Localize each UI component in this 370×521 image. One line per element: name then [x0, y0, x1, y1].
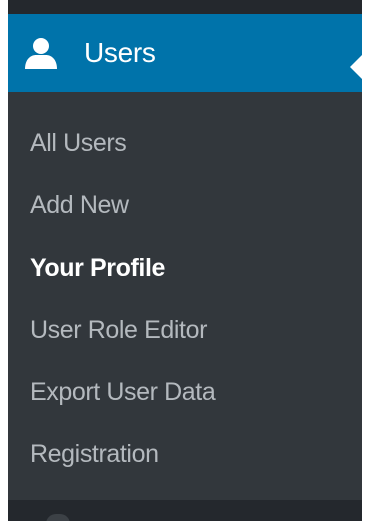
submenu-item-export-user-data: Export User Data — [8, 372, 362, 412]
submenu-link-all-users[interactable]: All Users — [30, 123, 127, 163]
submenu-link-your-profile[interactable]: Your Profile — [30, 248, 165, 288]
submenu-item-registration: Registration — [8, 434, 362, 474]
submenu-link-add-new[interactable]: Add New — [30, 185, 129, 225]
next-menu-icon — [46, 514, 70, 521]
next-menu-item[interactable] — [8, 500, 362, 521]
submenu-item-all-users: All Users — [8, 123, 362, 163]
submenu-item-user-role-editor: User Role Editor — [8, 310, 362, 350]
menu-item-users[interactable]: Users — [8, 14, 362, 92]
menu-item-users-label: Users — [84, 37, 156, 68]
submenu-link-user-role-editor[interactable]: User Role Editor — [30, 310, 207, 350]
users-submenu: All Users Add New Your Profile User Role… — [8, 92, 362, 500]
submenu-link-registration[interactable]: Registration — [30, 434, 159, 474]
submenu-item-add-new: Add New — [8, 185, 362, 225]
submenu-link-export-user-data[interactable]: Export User Data — [30, 372, 216, 412]
submenu-item-your-profile: Your Profile — [8, 248, 362, 288]
previous-menu-edge — [8, 0, 362, 14]
current-menu-arrow — [350, 55, 362, 79]
user-icon — [24, 37, 58, 69]
admin-sidebar: Users All Users Add New Your Profile Use… — [8, 0, 362, 521]
